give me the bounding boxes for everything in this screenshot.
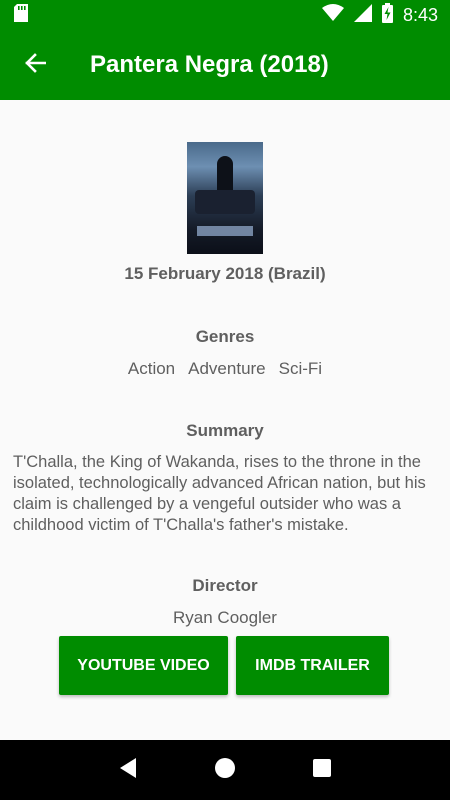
signal-icon xyxy=(353,3,372,27)
status-bar: 8:43 xyxy=(0,0,450,30)
youtube-video-button[interactable]: YOUTUBE VIDEO xyxy=(59,636,228,695)
genres-list: Action Adventure Sci-Fi xyxy=(0,359,450,379)
genre-item: Adventure xyxy=(188,359,266,378)
system-nav-bar xyxy=(0,740,450,800)
back-button[interactable] xyxy=(0,30,70,100)
home-circle-icon xyxy=(214,757,236,784)
status-left xyxy=(14,3,28,27)
back-triangle-icon xyxy=(118,757,138,784)
nav-recents-button[interactable] xyxy=(302,750,342,790)
sd-card-icon xyxy=(14,3,28,27)
poster-logo xyxy=(197,226,253,236)
status-right: 8:43 xyxy=(321,2,438,28)
imdb-trailer-button[interactable]: IMDB TRAILER xyxy=(236,636,389,695)
director-name: Ryan Coogler xyxy=(173,608,277,627)
genre-item: Sci-Fi xyxy=(278,359,323,378)
recents-square-icon xyxy=(312,758,332,783)
nav-back-button[interactable] xyxy=(108,750,148,790)
battery-charging-icon xyxy=(381,2,393,28)
nav-home-button[interactable] xyxy=(205,750,245,790)
director-heading: Director xyxy=(192,576,258,595)
wifi-icon xyxy=(321,3,344,27)
genres-heading: Genres xyxy=(195,327,255,346)
movie-poster xyxy=(187,142,263,254)
app-bar: Pantera Negra (2018) xyxy=(0,30,450,100)
poster-crowd xyxy=(195,190,255,214)
movie-details: 15 February 2018 (Brazil) Genres Action … xyxy=(0,100,450,740)
page-title: Pantera Negra (2018) xyxy=(90,51,329,78)
summary-heading: Summary xyxy=(186,421,264,440)
screen: 8:43 Pantera Negra (2018) 15 February 20… xyxy=(0,0,450,800)
status-time: 8:43 xyxy=(402,4,438,25)
genre-item: Action xyxy=(127,359,176,378)
summary-text: T'Challa, the King of Wakanda, rises to … xyxy=(13,453,426,534)
arrow-left-icon xyxy=(24,52,47,79)
release-date: 15 February 2018 (Brazil) xyxy=(124,264,326,283)
